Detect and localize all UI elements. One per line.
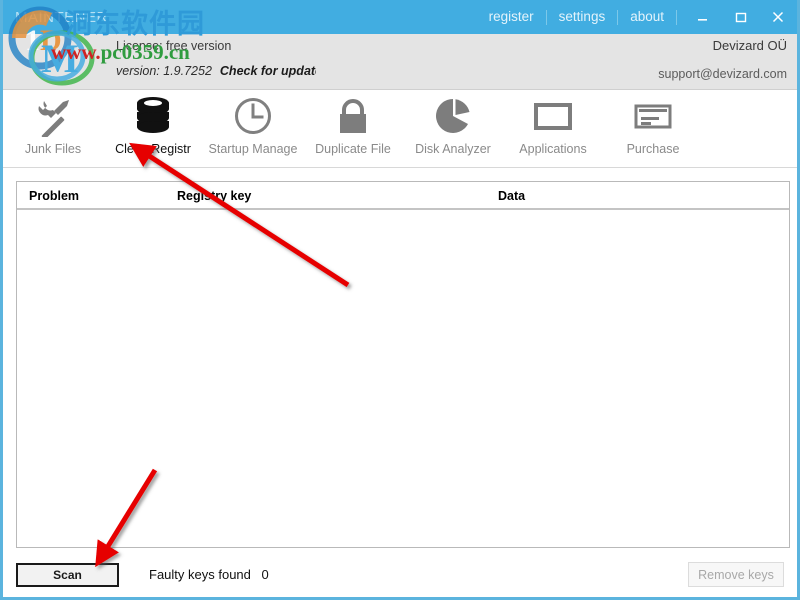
toolbar-label: Applications xyxy=(519,142,587,156)
toolbar-item-applications[interactable]: Applications xyxy=(503,94,603,156)
toolbar-label: Purchase xyxy=(626,142,680,156)
faulty-keys-count: 0 xyxy=(261,567,269,582)
toolbar-item-clean-registry[interactable]: Clean Registr xyxy=(103,94,203,156)
bottom-bar: Scan Faulty keys found 0 Remove keys xyxy=(3,552,797,597)
toolbar-item-duplicate-files[interactable]: Duplicate File xyxy=(303,94,403,156)
toolbar-label: Junk Files xyxy=(24,142,82,156)
menu-divider xyxy=(676,9,677,25)
toolbar-label: Disk Analyzer xyxy=(415,142,491,156)
toolbar-label: Clean Registr xyxy=(115,142,191,156)
table-header: Problem Registry key Data xyxy=(17,182,789,210)
toolbar-item-junk-files[interactable]: Junk Files xyxy=(3,94,103,156)
table-body-empty[interactable] xyxy=(17,210,789,545)
support-email: support@devizard.com xyxy=(658,67,787,81)
menu-item-register[interactable]: register xyxy=(477,0,546,34)
maximize-icon xyxy=(735,12,746,22)
window-icon xyxy=(531,94,575,138)
toolbar-item-purchase[interactable]: Purchase xyxy=(603,94,703,156)
database-icon xyxy=(130,94,176,138)
menu-item-about[interactable]: about xyxy=(618,0,676,34)
app-title: MAINTENER xyxy=(15,8,108,26)
toolbar-item-startup-manager[interactable]: Startup Manage xyxy=(203,94,303,156)
window-controls xyxy=(683,0,797,34)
toolbar-label: Duplicate File xyxy=(315,142,391,156)
column-header-data[interactable]: Data xyxy=(498,189,525,203)
version-row: version: 1.9.7252 Check for update xyxy=(116,64,316,78)
faulty-keys-status: Faulty keys found 0 xyxy=(149,567,269,582)
column-header-problem[interactable]: Problem xyxy=(29,189,79,203)
application-window: MAINTENER register settings about Licens… xyxy=(0,0,800,600)
column-header-registry-key[interactable]: Registry key xyxy=(177,189,251,203)
title-bar: MAINTENER register settings about xyxy=(3,0,797,34)
close-icon xyxy=(772,11,784,23)
info-bar: License: free version version: 1.9.7252 … xyxy=(3,34,797,90)
minimize-button[interactable] xyxy=(683,0,721,34)
toolbar-item-disk-analyzer[interactable]: Disk Analyzer xyxy=(403,94,503,156)
registry-results-panel: Problem Registry key Data xyxy=(16,181,790,548)
license-text: License: free version xyxy=(116,39,232,53)
remove-keys-button[interactable]: Remove keys xyxy=(688,562,784,587)
version-text: version: 1.9.7252 xyxy=(116,64,212,78)
tools-icon xyxy=(32,94,74,138)
pie-chart-icon xyxy=(432,94,474,138)
close-button[interactable] xyxy=(759,0,797,34)
toolbar-label: Startup Manage xyxy=(208,142,298,156)
check-for-update-link[interactable]: Check for update xyxy=(220,64,316,78)
faulty-keys-label: Faulty keys found xyxy=(149,567,251,582)
minimize-icon xyxy=(697,18,707,21)
main-toolbar: Junk Files Clean Registr Startup Manage … xyxy=(3,90,797,168)
lock-icon xyxy=(332,94,374,138)
maximize-button[interactable] xyxy=(721,0,759,34)
title-menu: register settings about xyxy=(477,0,797,34)
credit-card-icon xyxy=(631,94,675,138)
scan-button[interactable]: Scan xyxy=(16,562,119,587)
company-name: Devizard OÜ xyxy=(712,38,787,53)
menu-item-settings[interactable]: settings xyxy=(547,0,618,34)
clock-icon xyxy=(232,94,274,138)
